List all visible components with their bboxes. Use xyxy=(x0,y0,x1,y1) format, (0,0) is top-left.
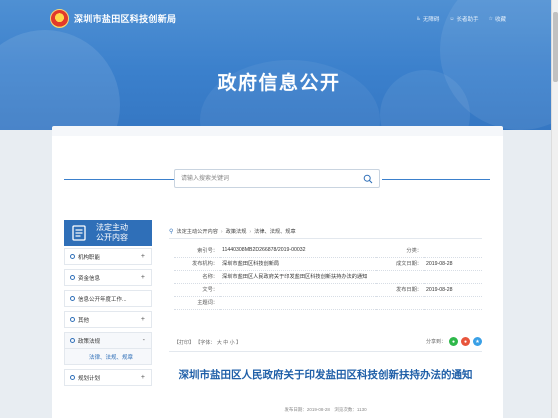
expand-icon[interactable]: + xyxy=(141,374,145,381)
article-meta: 发布日期：2019-08-28 浏览次数：1130 xyxy=(284,407,367,412)
elder-helper-link[interactable]: ☺ 长者助手 xyxy=(449,15,478,23)
share-label: 分享到： xyxy=(425,339,446,345)
article-title: 深圳市盐田区人民政府关于印发盐田区科技创新扶持办法的通知 xyxy=(178,369,473,381)
accessibility-icon: ♿ xyxy=(416,16,421,22)
breadcrumb-separator: › xyxy=(220,228,223,235)
sidebar-title: 法定主动 公开内容 xyxy=(96,223,128,242)
meta-label: 成文日期： xyxy=(376,257,424,271)
meta-label: 名称： xyxy=(174,270,220,284)
font-large-button[interactable]: 大 xyxy=(217,340,222,346)
sidebar-item-policies[interactable]: 政策法规 - xyxy=(64,332,152,349)
breadcrumb: ⚲ 法定主动公开内容 › 政策法规 › 法律、法规、规章 xyxy=(169,225,482,239)
search-box xyxy=(174,169,380,188)
wechat-share-icon[interactable]: ● xyxy=(449,337,458,346)
meta-label: 主题词： xyxy=(174,296,220,310)
header-banner: 深圳市盐田区科技创新局 ♿ 无障碍 ☺ 长者助手 ☆ 收藏 政府信息公开 xyxy=(0,0,558,130)
sidebar-item-annual-report[interactable]: 信息公开年度工作... xyxy=(64,290,152,307)
weibo-share-icon[interactable]: ● xyxy=(461,337,470,346)
scrollbar-thumb[interactable] xyxy=(553,12,558,82)
table-row: 发布机构： 深圳市盐田区科技创新局 成文日期： 2019-08-28 xyxy=(174,257,482,271)
meta-value: 深圳市盐田区科技创新局 xyxy=(220,257,376,271)
share-bar: 分享到： ● ● ★ xyxy=(426,337,482,346)
bullet-icon xyxy=(70,254,75,259)
table-row: 主题词： xyxy=(174,296,482,310)
sidebar-item-planning[interactable]: 规划计划 + xyxy=(64,369,152,386)
star-icon: ☆ xyxy=(488,16,493,22)
meta-label: 发布机构： xyxy=(174,257,220,271)
meta-value xyxy=(424,244,482,258)
elder-helper-icon: ☺ xyxy=(449,16,455,22)
bullet-icon xyxy=(70,338,75,343)
location-pin-icon: ⚲ xyxy=(169,229,174,235)
print-button[interactable]: 【打印】 xyxy=(174,340,194,346)
content-shelf xyxy=(52,126,503,136)
expand-icon[interactable]: + xyxy=(141,274,145,281)
meta-label: 分类： xyxy=(376,244,424,258)
font-medium-button[interactable]: 中 xyxy=(223,340,228,346)
search-input[interactable] xyxy=(181,173,361,185)
breadcrumb-separator: › xyxy=(249,228,252,235)
table-row: 文号： 发布日期： 2019-08-28 xyxy=(174,283,482,297)
bullet-icon xyxy=(70,275,75,280)
bullet-icon xyxy=(70,375,75,380)
breadcrumb-item[interactable]: 法定主动公开内容 xyxy=(176,228,218,235)
meta-value xyxy=(220,296,482,310)
table-row: 索引号： 11440308MB2D266878/2019-00032 分类： xyxy=(174,244,482,258)
meta-value: 深圳市盐田区人民政府关于印发盐田区科技创新扶持办法的通知 xyxy=(220,270,482,284)
sidebar-menu: 机构职能 + 资金信息 + 信息公开年度工作... 其他 + 政策法规 - 法律… xyxy=(64,248,152,390)
page-title: 政府信息公开 xyxy=(217,73,341,94)
article-tools: 【打印】 【字体： 大 中 小 】 分享到： ● ● ★ xyxy=(174,337,482,347)
sidebar-subitem-laws[interactable]: 法律、法规、规章 xyxy=(64,349,152,365)
sidebar-item-org-functions[interactable]: 机构职能 + xyxy=(64,248,152,265)
accessibility-link[interactable]: ♿ 无障碍 xyxy=(416,15,439,23)
font-small-button[interactable]: 小 xyxy=(230,340,235,346)
collapse-icon[interactable]: - xyxy=(143,337,145,344)
sidebar-item-other[interactable]: 其他 + xyxy=(64,311,152,328)
bullet-icon xyxy=(70,317,75,322)
meta-value: 11440308MB2D266878/2019-00032 xyxy=(220,244,376,258)
table-row: 名称： 深圳市盐田区人民政府关于印发盐田区科技创新扶持办法的通知 xyxy=(174,270,482,284)
site-name[interactable]: 深圳市盐田区科技创新局 xyxy=(74,12,176,25)
qzone-share-icon[interactable]: ★ xyxy=(473,337,482,346)
bullet-icon xyxy=(70,296,75,301)
divider xyxy=(382,179,490,180)
meta-label: 发布日期： xyxy=(376,283,424,297)
expand-icon[interactable]: + xyxy=(141,316,145,323)
scrollbar[interactable] xyxy=(551,0,558,418)
sidebar-item-funding[interactable]: 资金信息 + xyxy=(64,269,152,286)
font-size-controls: 【打印】 【字体： 大 中 小 】 xyxy=(174,340,242,346)
expand-icon[interactable]: + xyxy=(141,253,145,260)
divider xyxy=(64,179,174,180)
divider xyxy=(169,351,482,352)
breadcrumb-item[interactable]: 政策法规 xyxy=(226,228,247,235)
meta-value: 2019-08-28 xyxy=(424,257,482,271)
favorite-link[interactable]: ☆ 收藏 xyxy=(489,15,507,23)
search-icon[interactable] xyxy=(363,174,373,184)
top-links: ♿ 无障碍 ☺ 长者助手 ☆ 收藏 xyxy=(416,15,506,23)
sidebar-header: 法定主动 公开内容 xyxy=(64,220,152,246)
meta-label: 文号： xyxy=(174,283,220,297)
document-icon xyxy=(70,224,88,242)
meta-value xyxy=(220,283,376,297)
main-card: 法定主动 公开内容 机构职能 + 资金信息 + 信息公开年度工作... 其他 +… xyxy=(52,136,503,418)
breadcrumb-item[interactable]: 法律、法规、规章 xyxy=(254,228,296,235)
emblem-logo-icon[interactable] xyxy=(50,9,69,28)
document-metadata-table: 索引号： 11440308MB2D266878/2019-00032 分类： 发… xyxy=(174,244,482,310)
meta-value: 2019-08-28 xyxy=(424,283,482,297)
meta-label: 索引号： xyxy=(174,244,220,258)
